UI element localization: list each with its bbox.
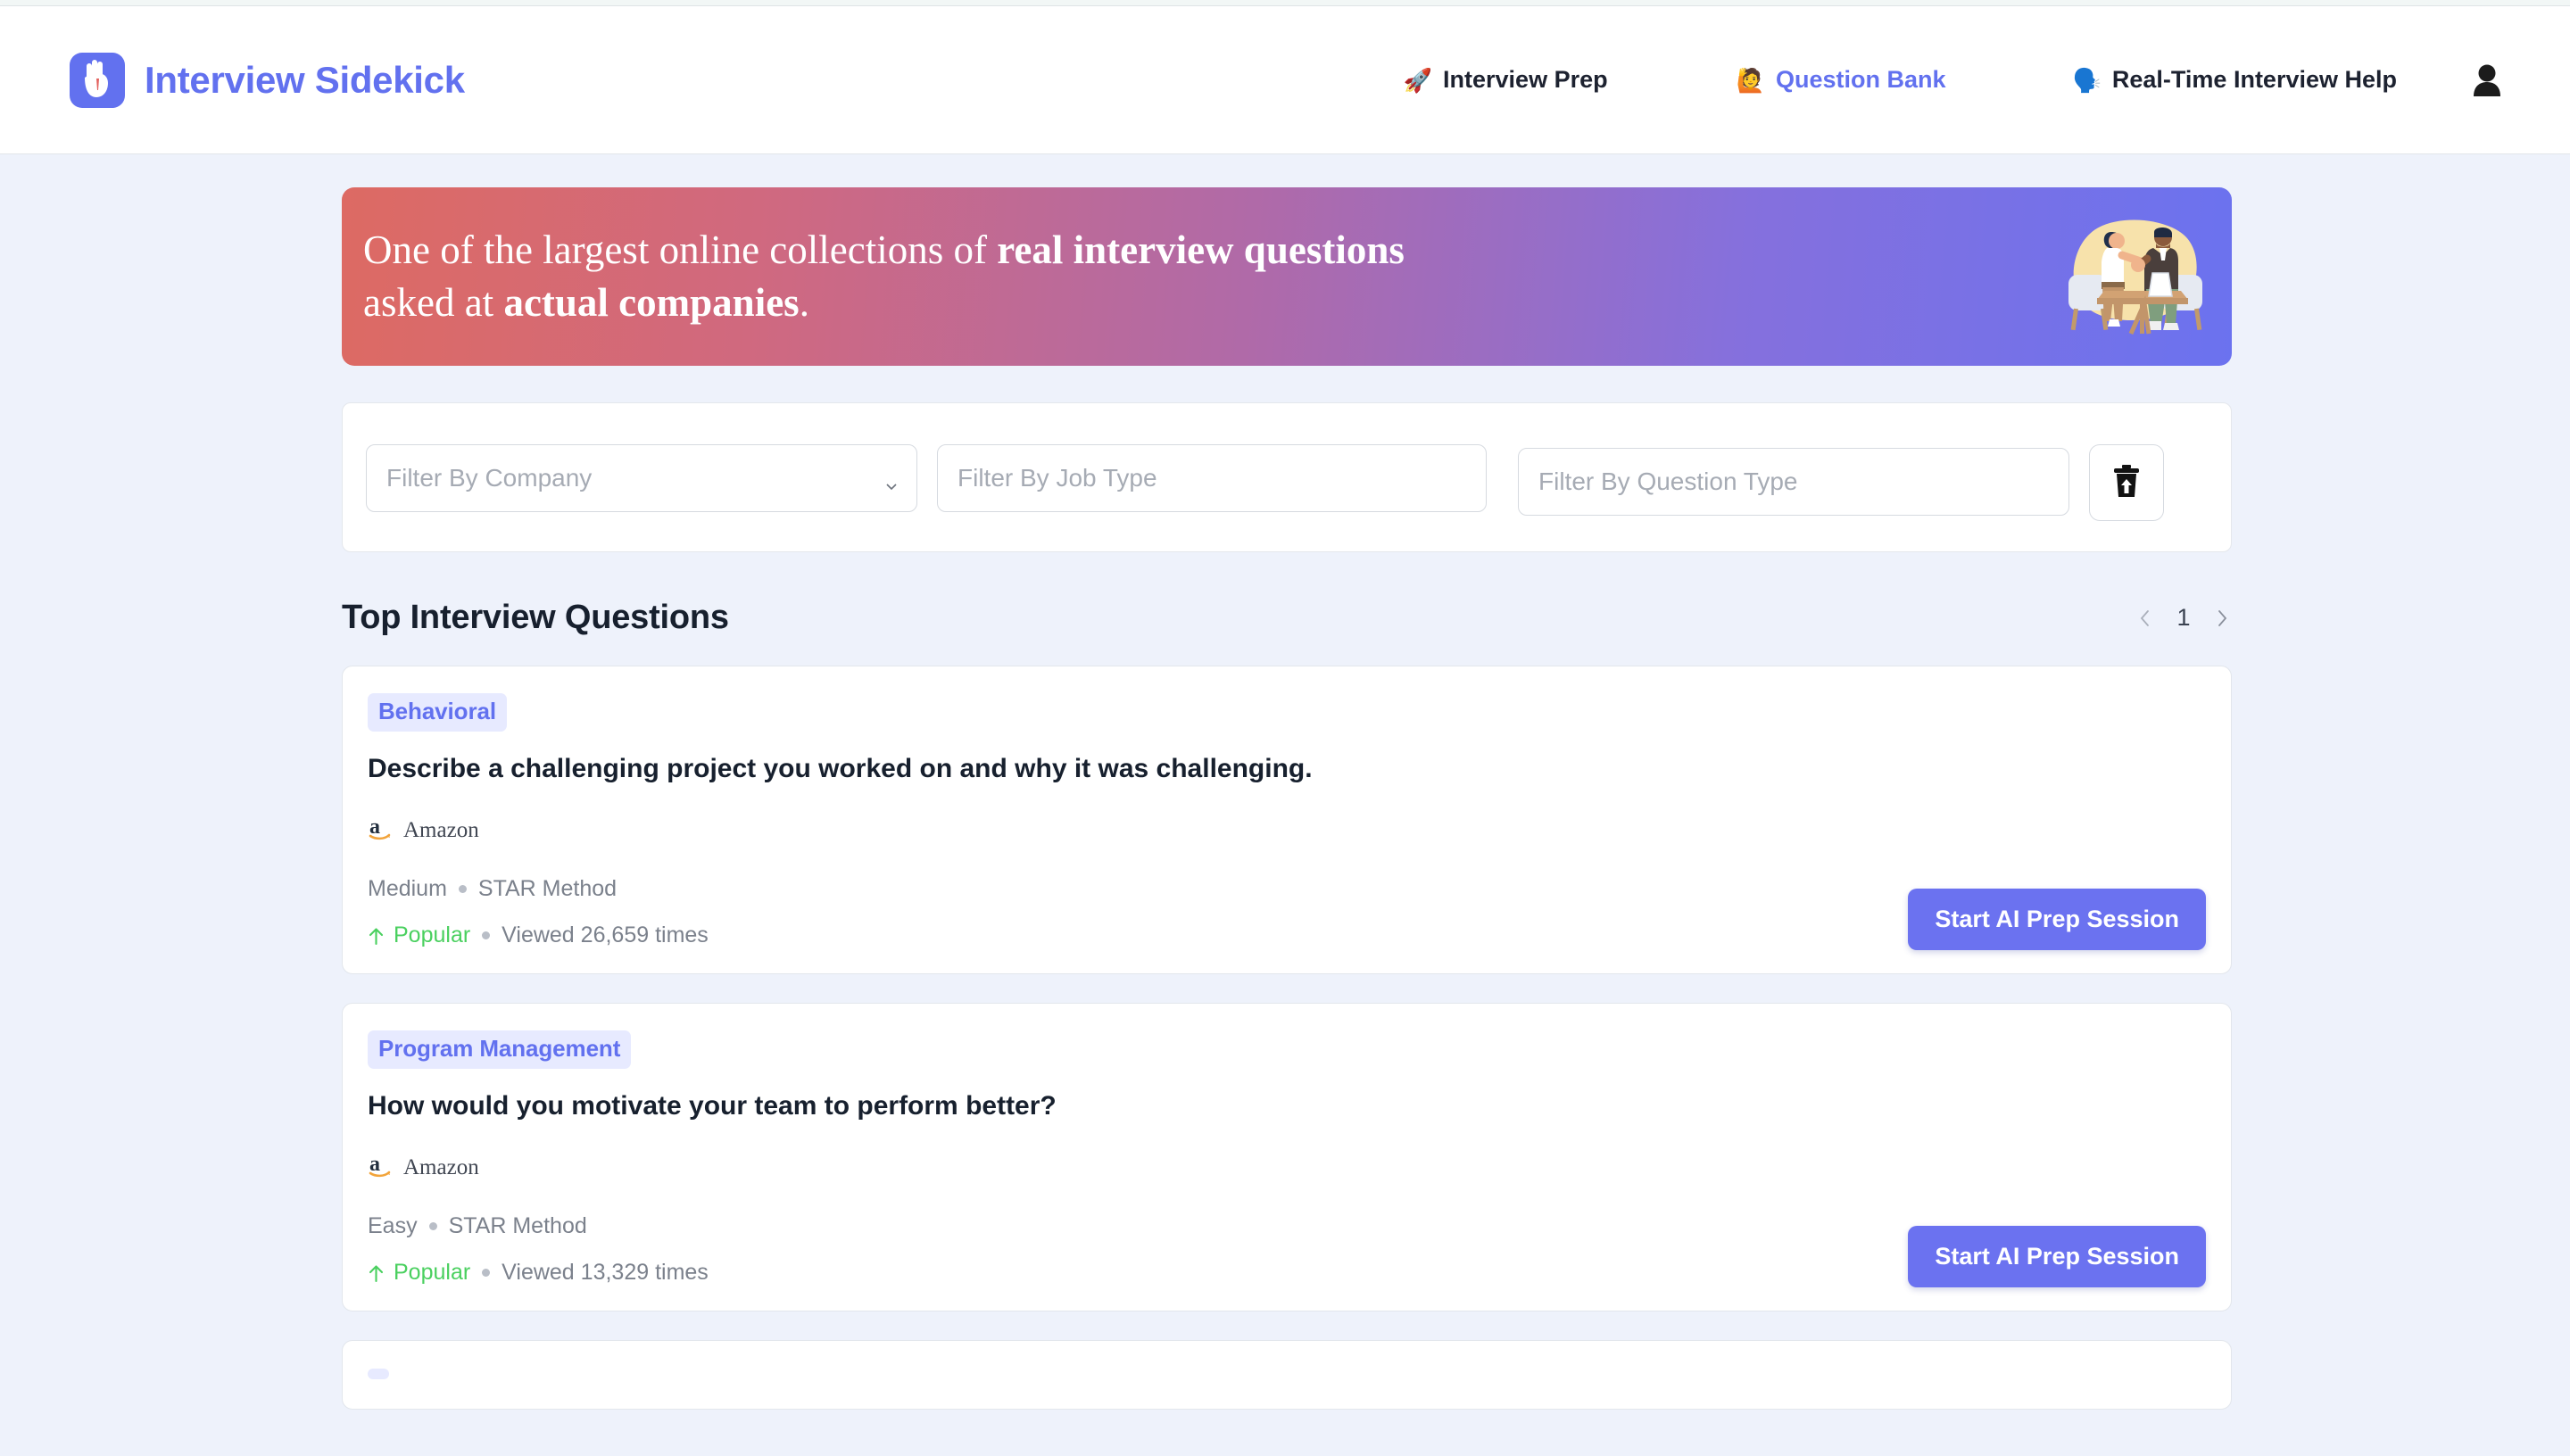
nav-label-interview-prep: Interview Prep (1443, 66, 1608, 93)
nav-label-question-bank: Question Bank (1775, 66, 1946, 93)
hero-line2-bold: actual companies (503, 280, 800, 325)
chevron-right-icon[interactable] (2212, 608, 2232, 628)
question-text: How would you motivate your team to perf… (368, 1091, 1057, 1121)
arrow-up-icon (368, 1263, 385, 1283)
company-row: a Amazon (368, 815, 2206, 846)
question-text: Describe a challenging project you worke… (368, 754, 1313, 783)
hero-headline: One of the largest online collections of… (363, 224, 1934, 330)
separator-dot-icon (428, 1222, 437, 1230)
hero-line1-bold: real interview questions (997, 227, 1405, 272)
status-badge (368, 1369, 389, 1379)
main-content: One of the largest online collections of… (342, 154, 2232, 1410)
arrow-up-icon (368, 926, 385, 946)
popular-indicator: Popular (368, 922, 470, 948)
method-label: STAR Method (448, 1213, 587, 1238)
chevron-left-icon[interactable] (2135, 608, 2155, 628)
browser-top-strip (0, 0, 2570, 6)
difficulty-label: Medium (368, 876, 447, 901)
handshake-interview-illustration (2056, 209, 2211, 344)
filter-job-type-input[interactable]: Filter By Job Type (937, 444, 1487, 512)
popular-label: Popular (394, 922, 471, 947)
page-title: Top Interview Questions (342, 599, 729, 636)
separator-dot-icon (482, 931, 491, 939)
start-ai-prep-session-button[interactable]: Start AI Prep Session (1908, 889, 2206, 950)
status-badge: Behavioral (368, 693, 507, 732)
nav-item-interview-prep[interactable]: 🚀 Interview Prep (1404, 66, 1608, 94)
clear-filters-button[interactable] (2089, 444, 2164, 521)
section-header: Top Interview Questions 1 (342, 599, 2232, 637)
nav-item-real-time-help[interactable]: 🗣️ Real-Time Interview Help (2073, 66, 2397, 94)
hero-line2-end: . (799, 280, 809, 325)
nav-label-real-time-help: Real-Time Interview Help (2111, 66, 2397, 93)
site-header: Interview Sidekick 🚀 Interview Prep 🙋 Qu… (0, 6, 2570, 154)
main-nav: 🚀 Interview Prep 🙋 Question Bank 🗣️ Real… (1404, 60, 2508, 101)
filter-question-type-input[interactable]: Filter By Question Type (1518, 448, 2069, 516)
pagination-current-page: 1 (2176, 604, 2191, 631)
popular-label: Popular (394, 1260, 471, 1285)
method-label: STAR Method (477, 876, 618, 901)
amazon-logo-icon: a (368, 815, 394, 846)
hero-line1-plain: One of the largest online collections of (363, 227, 998, 272)
question-card[interactable]: Behavioral Describe a challenging projec… (342, 666, 2232, 974)
chevron-down-icon (884, 471, 899, 491)
question-card[interactable] (342, 1340, 2232, 1410)
filter-company-select[interactable]: Filter By Company (366, 444, 917, 512)
status-badge: Program Management (368, 1030, 632, 1069)
pagination: 1 (2135, 604, 2232, 632)
hand-ok-logo-icon (70, 52, 125, 108)
separator-dot-icon (458, 885, 467, 893)
speaking-head-icon: 🗣️ (2072, 66, 2102, 94)
person-raising-hand-icon: 🙋 (1736, 66, 1765, 94)
page-root: Interview Sidekick 🚀 Interview Prep 🙋 Qu… (0, 0, 2570, 1456)
company-name: Amazon (403, 1154, 479, 1179)
filter-job-type-placeholder: Filter By Job Type (958, 464, 1157, 492)
start-ai-prep-session-button[interactable]: Start AI Prep Session (1908, 1226, 2206, 1287)
question-card[interactable]: Program Management How would you motivat… (342, 1003, 2232, 1311)
filter-company-placeholder: Filter By Company (386, 464, 593, 492)
amazon-logo-icon: a (368, 1152, 394, 1183)
views-label: Viewed 26,659 times (502, 922, 709, 947)
hero-line2-plain: asked at (363, 280, 504, 325)
user-avatar-icon[interactable] (2466, 60, 2508, 101)
brand-link[interactable]: Interview Sidekick (70, 52, 465, 108)
rocket-icon: 🚀 (1403, 66, 1433, 94)
trash-upload-icon (2111, 463, 2142, 503)
nav-item-question-bank[interactable]: 🙋 Question Bank (1737, 66, 1946, 94)
views-label: Viewed 13,329 times (502, 1260, 709, 1285)
company-name: Amazon (403, 817, 479, 842)
brand-name: Interview Sidekick (145, 58, 465, 101)
company-row: a Amazon (368, 1152, 2206, 1183)
difficulty-label: Easy (368, 1213, 418, 1238)
popular-indicator: Popular (368, 1260, 470, 1286)
filter-panel: Filter By Company Filter By Job Type Fil… (342, 402, 2232, 552)
separator-dot-icon (482, 1269, 491, 1277)
hero-banner: One of the largest online collections of… (342, 187, 2232, 366)
filter-question-type-placeholder: Filter By Question Type (1538, 467, 1798, 495)
